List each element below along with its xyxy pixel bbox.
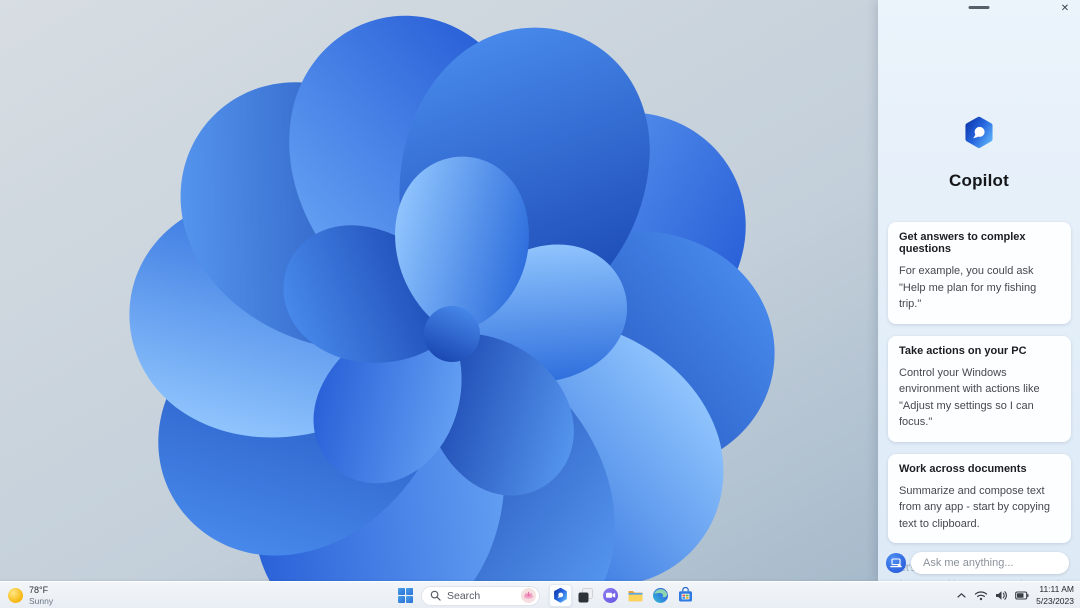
windows-desktop: ✕ Copilot Get answers to complex questio… <box>0 0 1080 608</box>
copilot-pc-icon[interactable] <box>886 553 906 573</box>
store-icon <box>679 587 692 602</box>
file-explorer-button[interactable] <box>624 584 647 607</box>
suggestion-card-documents: Work across documents Summarize and comp… <box>888 453 1071 543</box>
suggestion-card-actions: Take actions on your PC Control your Win… <box>888 335 1071 442</box>
lotus-flower-icon <box>523 591 534 599</box>
copilot-input-row <box>886 552 1069 574</box>
search-daily-image <box>521 588 536 603</box>
task-view-icon <box>578 588 593 603</box>
system-tray: 11:11 AM 5/23/2023 <box>956 582 1074 608</box>
battery-button[interactable] <box>1015 591 1029 600</box>
card-body: Summarize and compose text from any app … <box>899 484 1051 530</box>
clock-date: 5/23/2023 <box>1036 595 1074 606</box>
card-title: Work across documents <box>899 462 1027 475</box>
file-explorer-icon <box>628 591 643 602</box>
clock-time: 11:11 AM <box>1039 584 1074 595</box>
chat-icon <box>603 588 618 603</box>
copilot-suggestions: Get answers to complex questions For exa… <box>888 222 1071 608</box>
close-icon[interactable]: ✕ <box>1056 1 1074 17</box>
sun-icon <box>8 588 23 603</box>
tray-overflow-button[interactable] <box>956 591 967 600</box>
speaker-icon <box>996 591 1008 600</box>
edge-button[interactable] <box>649 584 672 607</box>
copilot-icon <box>554 587 567 603</box>
weather-widget[interactable]: 78°F Sunny <box>8 582 53 608</box>
card-body: For example, you could ask "Help me plan… <box>899 265 1037 310</box>
store-button[interactable] <box>674 584 697 607</box>
panel-drag-handle[interactable] <box>968 6 990 9</box>
taskbar: 78°F Sunny Search 11:11 AM 5/23/2023 <box>0 581 1080 608</box>
wifi-icon <box>975 591 988 601</box>
copilot-title: Copilot <box>949 171 1009 190</box>
battery-icon <box>1015 591 1029 600</box>
taskbar-search[interactable]: Search <box>421 585 540 606</box>
copilot-sidebar: ✕ Copilot Get answers to complex questio… <box>878 0 1080 608</box>
card-title: Get answers to complex questions <box>899 231 1026 255</box>
taskbar-clock[interactable]: 11:11 AM 5/23/2023 <box>1036 584 1074 606</box>
suggestion-card-questions: Get answers to complex questions For exa… <box>888 222 1071 324</box>
network-button[interactable] <box>974 590 988 601</box>
copilot-logo-icon <box>965 116 993 149</box>
start-button[interactable] <box>394 584 417 607</box>
weather-temperature: 78°F <box>29 585 49 595</box>
task-view-button[interactable] <box>574 584 597 607</box>
card-title: Take actions on your PC <box>899 344 1027 357</box>
taskbar-center-icons: Search <box>394 582 697 608</box>
chevron-up-icon <box>957 593 966 598</box>
search-icon <box>430 590 441 601</box>
taskbar-copilot-button[interactable] <box>549 584 572 607</box>
card-body: Control your Windows environment with ac… <box>899 366 1040 429</box>
chat-button[interactable] <box>599 584 622 607</box>
search-label: Search <box>447 589 481 602</box>
start-icon <box>398 588 413 603</box>
weather-condition: Sunny <box>29 595 54 606</box>
edge-icon <box>653 588 668 603</box>
laptop-icon <box>890 557 902 567</box>
volume-button[interactable] <box>995 590 1008 601</box>
ask-me-anything-input[interactable] <box>911 552 1069 574</box>
